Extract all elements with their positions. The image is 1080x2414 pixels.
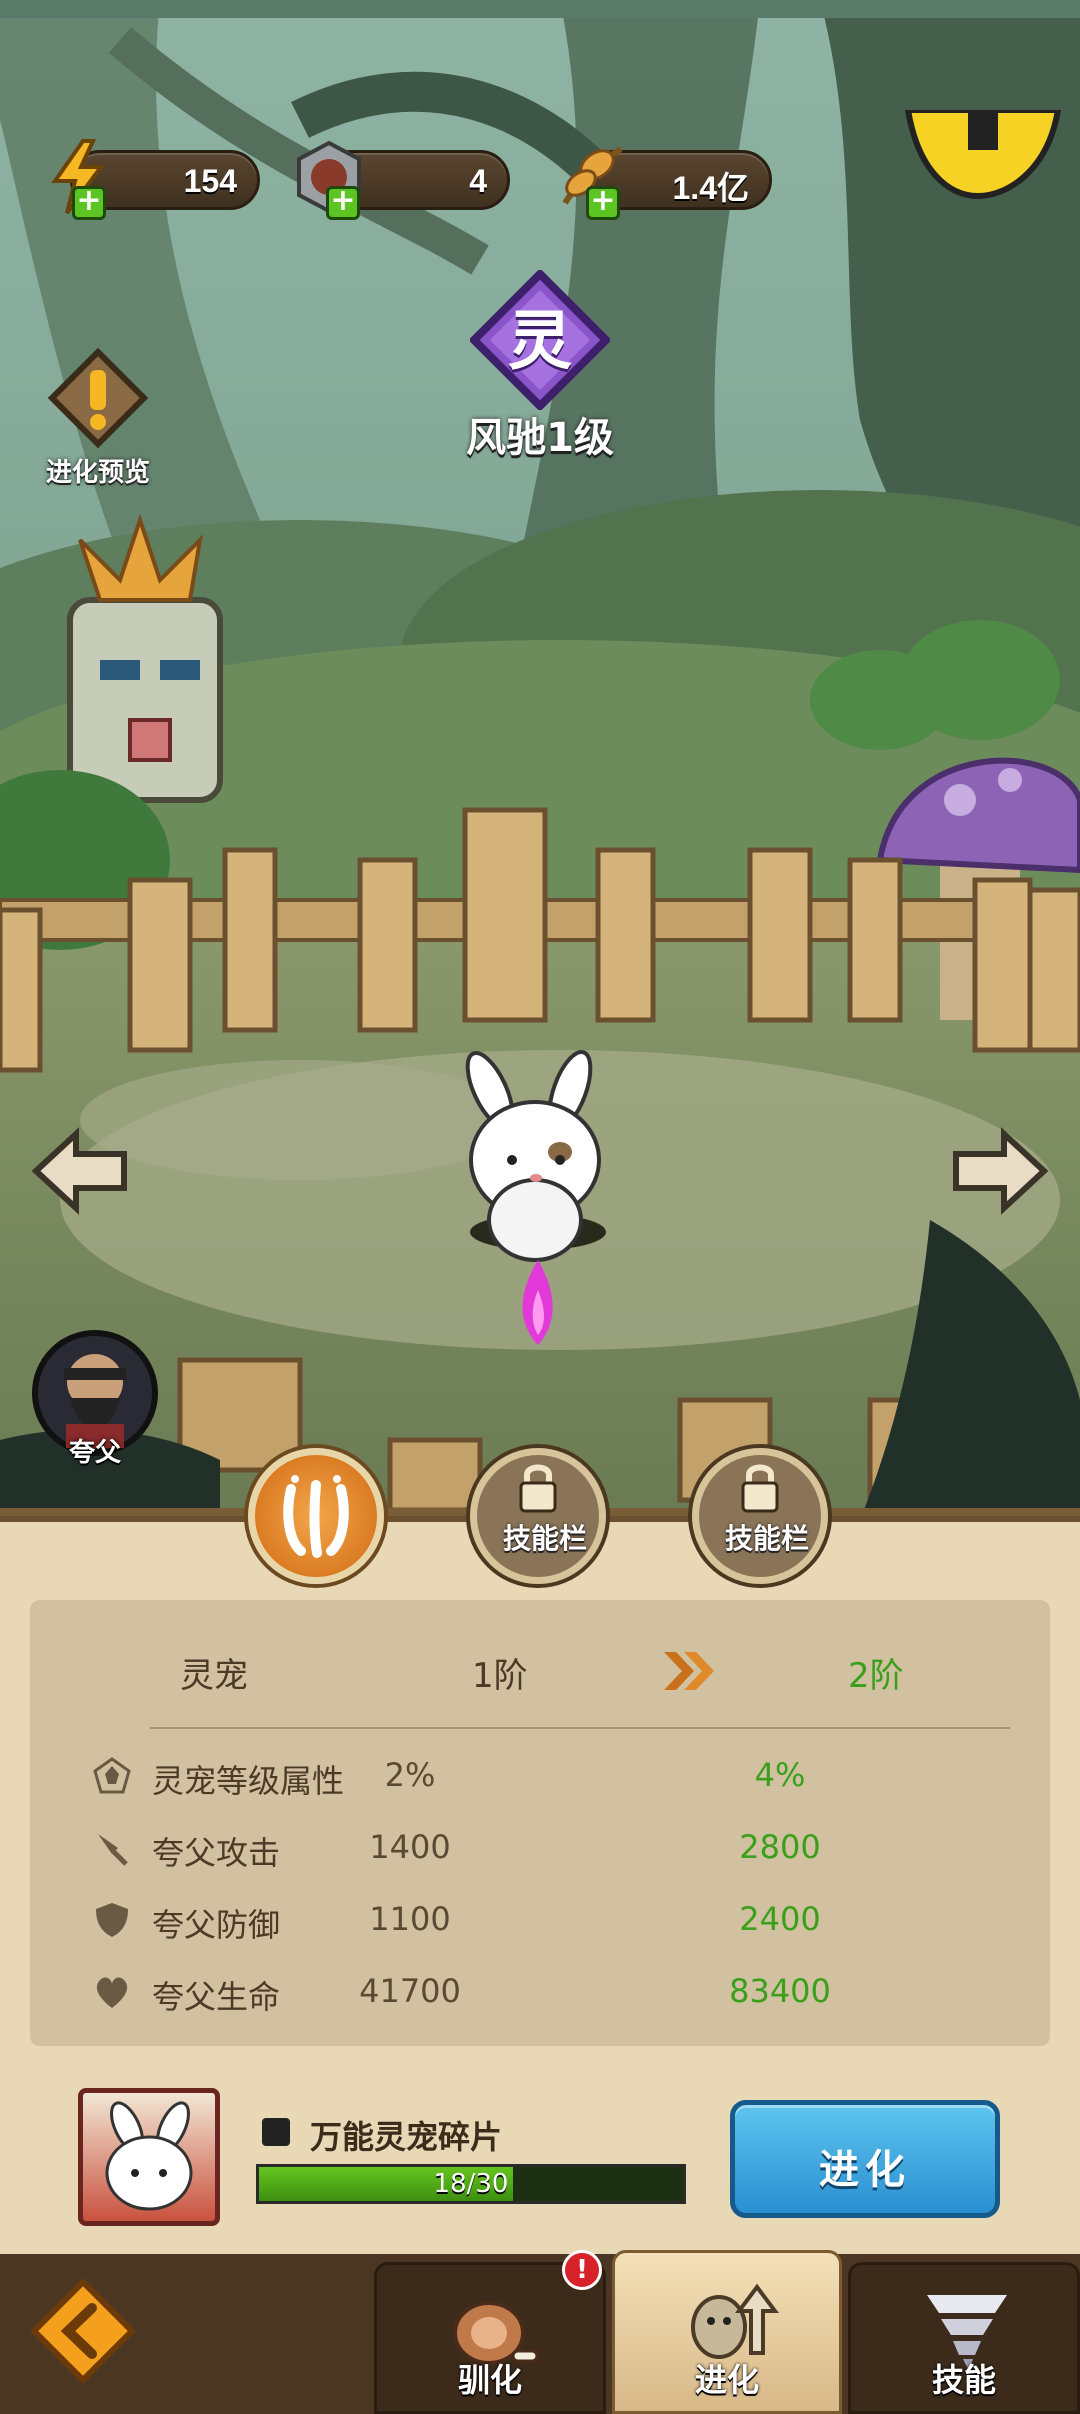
skill-slot-label: 技能栏 [502, 1522, 587, 1555]
sword-icon [98, 1834, 128, 1866]
stat-row: 夸父攻击 1400 2800 [30, 1818, 1050, 1878]
stat-row: 夸父防御 1100 2400 [30, 1890, 1050, 1950]
pet-fragment-card[interactable] [78, 2088, 220, 2226]
skill-slot-locked-1[interactable]: 技能栏 [470, 1448, 606, 1584]
rabbit-fragment-icon [105, 2101, 193, 2211]
tab-evolve[interactable]: 进化 [612, 2250, 842, 2414]
forest-background [0, 0, 1080, 1520]
tab-evolve-label: 进化 [694, 2361, 759, 2399]
exclamation-icon [48, 348, 148, 448]
lock-icon [519, 1464, 557, 1513]
tab-skill-label: 技能 [931, 2361, 996, 2399]
forest-scene [0, 0, 1080, 1520]
token-add-button[interactable]: + [326, 186, 360, 220]
divider [150, 1727, 1010, 1729]
pet-name: 风驰1级 [466, 415, 614, 461]
stats-header-label: 灵宠 [180, 1656, 248, 1696]
double-chevron-icon [664, 1652, 714, 1690]
stats-table: 灵宠 1阶 2阶 灵宠等级属性 2% 4% 夸父攻击 1400 2800 夸父防… [30, 1600, 1050, 2046]
energy-add-button[interactable]: + [72, 186, 106, 220]
grain-add-button[interactable]: + [586, 186, 620, 220]
evolve-icon [691, 2283, 779, 2359]
next-arrow-icon[interactable] [950, 1126, 1050, 1216]
pentagon-icon [93, 1757, 131, 1794]
stat-row: 夸父生命 41700 83400 [30, 1962, 1050, 2022]
prev-arrow-icon[interactable] [30, 1126, 130, 1216]
event-coin-icon[interactable] [898, 110, 1068, 200]
grain-value: 1.4亿 [672, 170, 750, 206]
stats-header-next: 2阶 [848, 1656, 904, 1696]
hero-name: 夸父 [68, 1438, 121, 1468]
evolution-preview-button[interactable]: 进化预览 [28, 348, 168, 489]
fragment-progress-bar: 18/30 [256, 2164, 686, 2204]
skill-slot-label: 技能栏 [724, 1522, 809, 1555]
fragment-name: 万能灵宠碎片 [310, 2118, 503, 2156]
fragment-progress-text: 18/30 [433, 2169, 509, 2199]
shield-icon [96, 1903, 128, 1937]
token-value: 4 [469, 163, 487, 199]
evolve-button-label: 进化 [819, 2147, 911, 2193]
evolve-button[interactable]: 进化 [730, 2100, 1000, 2218]
tab-tame-label: 驯化 [457, 2361, 522, 2399]
claw-skill-icon [283, 1475, 349, 1558]
back-arrow-icon[interactable] [28, 2276, 138, 2386]
rank-label: 灵 [508, 305, 572, 379]
fragment-checkbox[interactable] [262, 2118, 290, 2146]
lock-icon [741, 1464, 779, 1513]
heart-icon [96, 1977, 128, 2008]
stats-header-current: 1阶 [472, 1656, 528, 1696]
stat-row: 灵宠等级属性 2% 4% [30, 1746, 1050, 1806]
notification-badge: ! [562, 2250, 602, 2290]
skill-slot-locked-2[interactable]: 技能栏 [692, 1448, 828, 1584]
energy-value: 154 [183, 163, 237, 199]
evolution-preview-label: 进化预览 [45, 458, 150, 488]
skill-slot-active[interactable] [248, 1448, 384, 1584]
tab-skill[interactable]: 技能 [848, 2262, 1080, 2414]
